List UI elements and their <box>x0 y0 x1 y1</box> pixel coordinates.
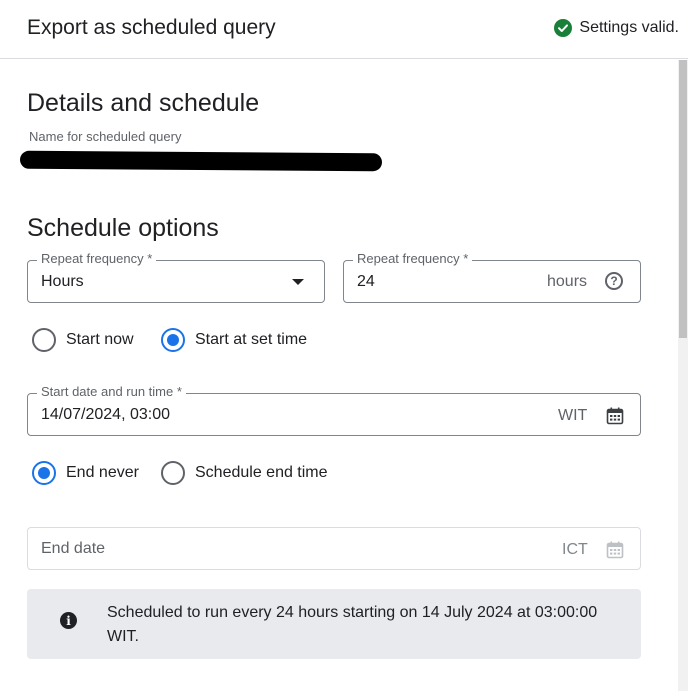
end-date-field: End date ICT <box>27 527 641 570</box>
radio-end-never-circle[interactable] <box>32 461 56 485</box>
radio-start-at-set-time[interactable]: Start at set time <box>161 328 307 352</box>
repeat-frequency-input-label: Repeat frequency * <box>353 251 473 266</box>
repeat-frequency-unit-suffix: hours <box>547 273 588 290</box>
dialog-header: Export as scheduled query Settings valid… <box>0 0 688 59</box>
start-timezone: WIT <box>558 407 588 424</box>
scrollbar-thumb[interactable] <box>679 60 687 338</box>
scrollbar[interactable] <box>678 60 688 691</box>
radio-start-at-set-time-label: Start at set time <box>195 331 308 348</box>
calendar-icon[interactable] <box>606 407 624 430</box>
end-date-placeholder: End date <box>41 540 106 557</box>
radio-start-now-circle[interactable] <box>32 328 56 352</box>
schedule-summary-banner: i Scheduled to run every 24 hours starti… <box>27 589 641 659</box>
schedule-section-title: Schedule options <box>27 214 219 242</box>
radio-start-now-label: Start now <box>66 331 134 348</box>
radio-schedule-end-time-label: Schedule end time <box>195 464 328 481</box>
radio-end-never[interactable]: End never <box>32 461 139 485</box>
repeat-frequency-input[interactable]: Repeat frequency * 24 hours ? <box>343 251 641 303</box>
name-field-label: Name for scheduled query <box>29 129 182 144</box>
validation-status: Settings valid. <box>554 19 679 37</box>
info-icon: i <box>60 612 77 629</box>
check-circle-icon <box>554 19 573 37</box>
dialog-title: Export as scheduled query <box>27 16 276 39</box>
status-text: Settings valid. <box>579 19 679 36</box>
help-icon[interactable]: ? <box>605 272 623 290</box>
start-datetime-label: Start date and run time * <box>37 384 186 399</box>
radio-end-never-label: End never <box>66 464 139 481</box>
start-datetime-field[interactable]: Start date and run time * 14/07/2024, 03… <box>27 384 641 436</box>
repeat-frequency-select-label: Repeat frequency * <box>37 251 157 266</box>
radio-schedule-end-time[interactable]: Schedule end time <box>161 461 328 485</box>
details-section-title: Details and schedule <box>27 89 260 117</box>
calendar-icon-disabled <box>606 541 624 564</box>
radio-schedule-end-time-circle[interactable] <box>161 461 185 485</box>
repeat-frequency-input-value: 24 <box>357 273 375 290</box>
radio-start-now[interactable]: Start now <box>32 328 134 352</box>
repeat-frequency-select-value: Hours <box>41 273 84 290</box>
end-timezone: ICT <box>562 541 588 558</box>
start-datetime-value: 14/07/2024, 03:00 <box>41 406 171 423</box>
dropdown-arrow-icon <box>292 279 304 285</box>
radio-start-at-set-time-circle[interactable] <box>161 328 185 352</box>
repeat-frequency-select[interactable]: Repeat frequency * Hours <box>27 251 325 303</box>
name-field-redacted[interactable] <box>19 150 383 172</box>
schedule-summary-text: Scheduled to run every 24 hours starting… <box>107 604 598 645</box>
